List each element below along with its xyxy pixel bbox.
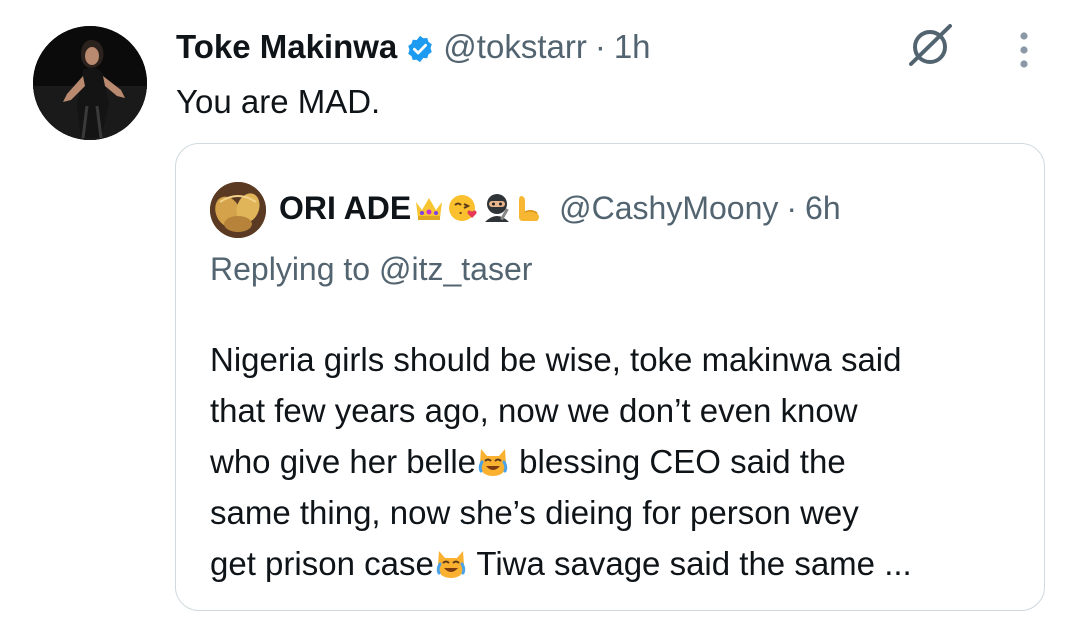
more-options-icon[interactable] [1012,30,1036,70]
quote-author-handle[interactable]: @CashyMoony [559,190,778,227]
flexed-biceps-icon [515,192,547,224]
quoted-tweet-card[interactable]: ORI ADE @CashyMoony · 6h Replying to @it… [175,143,1045,611]
quote-text-line: who give her belle blessing CEO said the [210,436,1010,487]
quote-text-segment: blessing CEO said the [510,443,846,480]
quote-text-segment: get prison case [210,545,434,582]
face-blowing-kiss-icon [447,192,479,224]
quote-text-line: get prison case Tiwa savage said the sam… [210,538,1010,589]
author-avatar[interactable] [33,26,147,140]
verified-badge-icon [405,32,435,63]
quote-timestamp[interactable]: 6h [805,190,841,227]
tweet[interactable]: Toke Makinwa @tokstarr · 1h You are MAD. [0,0,1080,635]
quote-author-avatar[interactable] [210,182,266,238]
cat-with-tears-of-joy-icon [434,544,468,578]
tweet-timestamp[interactable]: 1h [614,26,651,68]
author-name[interactable]: Toke Makinwa [176,26,397,68]
crown-icon [413,192,445,224]
grok-icon[interactable] [903,18,959,74]
replying-handle[interactable]: @itz_taser [379,251,532,287]
quote-text-line: Nigeria girls should be wise, toke makin… [210,341,902,378]
tweet-header: Toke Makinwa @tokstarr · 1h [176,26,651,68]
replying-to: Replying to @itz_taser [210,247,532,291]
separator-dot: · [786,189,798,226]
quote-header: ORI ADE @CashyMoony · 6h [279,186,841,230]
tweet-text: You are MAD. [176,83,381,120]
cat-with-tears-of-joy-icon [476,442,510,476]
quote-text: Nigeria girls should be wise, toke makin… [210,334,1010,589]
replying-prefix: Replying to [210,251,371,287]
quote-text-segment: who give her belle [210,443,476,480]
author-handle[interactable]: @tokstarr [443,26,587,68]
quote-author-name[interactable]: ORI ADE [279,190,411,227]
quote-text-line: same thing, now she’s dieing for person … [210,494,859,531]
quote-text-segment: Tiwa savage said the same ... [467,545,912,582]
quote-text-line: that few years ago, now we don’t even kn… [210,392,858,429]
separator-dot: · [594,28,606,65]
ninja-icon [481,192,513,224]
